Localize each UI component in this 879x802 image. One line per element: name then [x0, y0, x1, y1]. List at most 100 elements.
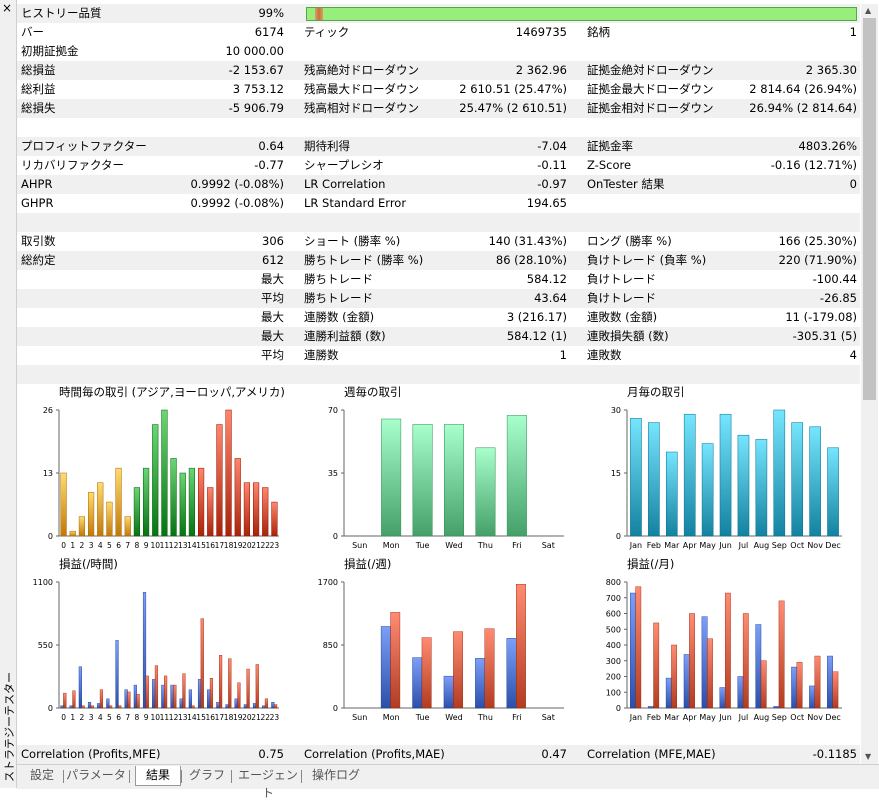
bar — [773, 409, 786, 537]
bar — [506, 415, 527, 537]
profit-bar — [118, 705, 122, 709]
bar — [719, 413, 732, 537]
tab-1[interactable]: パラメータ — [65, 766, 127, 785]
history-quality-value: 99% — [258, 6, 284, 20]
x-tick-label: Apr — [683, 713, 698, 722]
scrollbar-thumb[interactable] — [863, 18, 876, 400]
profit-bar — [200, 618, 204, 709]
tab-5[interactable]: 操作ログ — [307, 766, 365, 785]
close-icon[interactable]: × — [2, 2, 12, 14]
stat-value-1: 最大 — [261, 272, 284, 286]
y-tick-label: 850 — [323, 641, 338, 650]
tab-0[interactable]: 設定 — [23, 766, 61, 785]
weekly-pnl-plot: 0 850 1700 Sun Mon Tue Wed Thu Fri Sat — [318, 578, 564, 722]
x-tick-label: Fri — [512, 713, 522, 722]
stat-label-3: 証拠金率 — [587, 139, 633, 153]
stat-label-3: Z-Score — [587, 158, 632, 172]
profit-bar — [814, 655, 821, 709]
loss-bar — [69, 705, 73, 709]
tab-separator — [63, 770, 64, 783]
loss-bar — [252, 703, 257, 709]
loss-bar — [188, 689, 192, 709]
bar — [197, 467, 205, 537]
weekly-trades-plot: 0 35 70 Sun Mon Tue Wed Thu Fri Sat — [328, 406, 564, 550]
loss-bar — [78, 666, 82, 709]
tab-4[interactable]: エージェント — [237, 766, 299, 800]
profit-bar — [778, 600, 785, 709]
profit-bar — [724, 592, 731, 709]
stat-row — [17, 213, 860, 232]
stat-label-2: ショート (勝率 %) — [304, 234, 401, 248]
profit-bar — [274, 704, 278, 709]
hourly-pnl-plot: 055011000 1 2 3 4 5 6 7 8 9 10 11 12 13 14 15 16 17 18 19 20… — [33, 578, 280, 722]
stat-label-2: 勝ちトレード (勝率 %) — [304, 253, 424, 267]
stat-value-1: -5 906.79 — [228, 101, 284, 115]
bar — [234, 458, 241, 537]
scroll-up-icon[interactable]: ▲ — [865, 6, 871, 15]
tab-bar: 設定 パラメータ 結果 グラフ エージェント 操作ログ — [17, 764, 879, 800]
loss-bar — [506, 638, 517, 709]
y-tick-label: 30 — [611, 406, 621, 415]
loss-bar — [97, 703, 101, 709]
stat-value-1: 612 — [262, 253, 284, 267]
stat-value-1: 最大 — [261, 329, 284, 343]
stat-label-2: シャープレシオ — [304, 158, 384, 172]
x-tick-label: Mar — [664, 541, 680, 550]
loss-bar — [665, 677, 672, 709]
stat-label-2: 勝ちトレード — [304, 291, 373, 305]
stat-row — [17, 365, 860, 384]
vertical-scrollbar[interactable]: ▲ ▼ — [861, 4, 878, 764]
bar — [207, 487, 214, 537]
x-tick-label: Sun — [352, 713, 367, 722]
tab-3[interactable]: グラフ — [185, 766, 229, 785]
bar — [106, 501, 113, 537]
loss-bar — [701, 616, 708, 709]
profit-bar — [264, 698, 269, 709]
tab-2[interactable]: 結果 — [135, 766, 181, 786]
profit-bar — [63, 692, 67, 709]
loss-bar — [719, 687, 726, 709]
stat-label-2: LR Correlation — [304, 177, 386, 191]
x-tick-label: 5 — [107, 541, 112, 550]
hourly-trades-plot: 013260 1 2 3 4 5 6 7 8 9 10 11 12 13 14 15 16 17 18 19 20 21 2… — [43, 406, 280, 550]
stat-value-2: 1 — [559, 348, 567, 362]
stat-label-2: 勝ちトレード — [304, 272, 373, 286]
bar — [262, 487, 269, 537]
loss-bar — [791, 666, 798, 709]
chart-title: 損益(/時間) — [59, 557, 118, 571]
y-tick-label: 13 — [43, 469, 53, 478]
y-tick-label: 26 — [43, 406, 53, 415]
stat-value-3: -26.85 — [819, 291, 857, 305]
tab-separator — [181, 770, 182, 783]
results-panel: ヒストリー品質 99% バー 6174 ティック 1469735 銘柄 1 初期証拠金 10 … — [17, 4, 860, 764]
x-tick-label: Sep — [772, 713, 787, 722]
loss-bar — [737, 676, 744, 709]
chart-title: 週毎の取引 — [344, 385, 402, 399]
stat-value-1: 平均 — [261, 291, 284, 305]
y-tick-label: 70 — [328, 406, 338, 415]
history-quality-row: ヒストリー品質 99% — [17, 4, 860, 23]
y-tick-label: 300 — [606, 657, 621, 666]
x-tick-label: 4 — [98, 541, 103, 550]
y-tick-label: 35 — [328, 469, 338, 478]
loss-bar — [683, 654, 690, 709]
profit-bar — [209, 678, 214, 709]
y-tick-label: 15 — [611, 469, 621, 478]
scroll-down-icon[interactable]: ▼ — [865, 752, 871, 761]
stat-value-2: 140 (31.43%) — [488, 234, 567, 248]
stat-row: 取引数 306 ショート (勝率 %) 140 (31.43%) ロング (勝率 %) 1… — [17, 232, 860, 251]
x-tick-label: 7 — [125, 713, 130, 722]
y-tick-label: 0 — [48, 704, 53, 713]
corr-profits-mae-label: Correlation (Profits,MAE) — [304, 747, 445, 761]
x-tick-label: 4 — [98, 713, 103, 722]
bar — [412, 424, 433, 537]
stat-value-2: 3 (216.17) — [506, 310, 567, 324]
x-tick-label: 9 — [144, 541, 149, 550]
profit-bar — [689, 613, 695, 709]
bar — [216, 424, 223, 537]
stat-row: 総損失 -5 906.79 残高相対ドローダウン 25.47% (2 610.51) 証… — [17, 99, 860, 118]
stat-value-3: 220 (71.90%) — [778, 253, 857, 267]
loss-bar — [271, 702, 275, 709]
x-tick-label: 9 — [144, 713, 149, 722]
stat-label-3: OnTester 結果 — [587, 177, 665, 191]
